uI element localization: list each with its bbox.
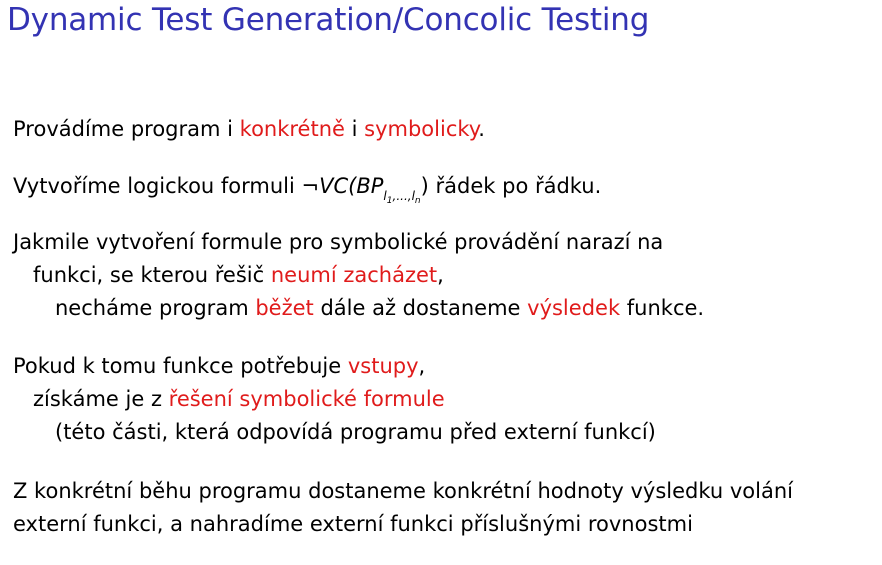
paragraph-formula-line: Vytvoříme logickou formuli ¬VC(BPl1,...,… — [13, 170, 601, 218]
text-fragment: Vytvoříme logickou formuli — [13, 174, 302, 198]
text-fragment: funkci, se kterou řešič — [33, 263, 271, 287]
highlight-formula-solution: řešení symbolické formule — [168, 387, 445, 411]
text-fragment: dále až dostaneme — [313, 296, 528, 320]
paragraph-line: (této části, která odpovídá programu pře… — [55, 420, 656, 444]
formula-close-paren: ) — [420, 174, 429, 198]
text-fragment: , — [437, 263, 444, 287]
paragraph-line: Pokud k tomu funkce potřebuje vstupy, — [13, 350, 656, 383]
paragraph-line: Z konkrétní běhu programu dostaneme konk… — [13, 479, 793, 503]
paragraph-line: získáme je z řešení symbolické formule — [13, 383, 656, 416]
highlight-run: běžet — [255, 296, 314, 320]
paragraph-execution-line: Provádíme program i konkrétně i symbolic… — [13, 113, 485, 146]
text-fragment: získáme je z — [33, 387, 169, 411]
highlight-symbolic: symbolicky — [364, 117, 479, 141]
highlight-concrete: konkrétně — [239, 117, 345, 141]
paragraph-execution: Provádíme program i konkrétně i symbolic… — [13, 113, 485, 146]
text-fragment: necháme program — [55, 296, 256, 320]
text-fragment: Pokud k tomu funkce potřebuje — [13, 354, 348, 378]
text-fragment: řádek po řádku. — [428, 174, 602, 198]
highlight-cannot-handle: neumí zacházet — [270, 263, 438, 287]
highlight-inputs: vstupy — [347, 354, 419, 378]
paragraph-inputs: Pokud k tomu funkce potřebuje vstupy, zí… — [13, 350, 656, 449]
paragraph-line: externí funkci, a nahradíme externí funk… — [13, 512, 693, 536]
text-fragment: funkce. — [620, 296, 705, 320]
text-fragment: . — [478, 117, 485, 141]
formula-subscript: l1,...,ln — [383, 189, 420, 206]
highlight-result: výsledek — [527, 296, 621, 320]
text-fragment: i — [344, 117, 365, 141]
paragraph-formula: Vytvoříme logickou formuli ¬VC(BPl1,...,… — [13, 170, 601, 218]
paragraph-line: Jakmile vytvoření formule pro symbolické… — [13, 230, 664, 254]
formula-vc-bp: VC(BP — [319, 174, 384, 198]
subscript-ellipsis: ,..., — [392, 189, 412, 203]
paragraph-external-function: Jakmile vytvoření formule pro symbolické… — [13, 226, 704, 325]
paragraph-line: funkci, se kterou řešič neumí zacházet, — [13, 259, 704, 292]
text-fragment: Provádíme program i — [13, 117, 240, 141]
text-fragment: , — [418, 354, 426, 378]
slide-title: Dynamic Test Generation/Concolic Testing — [7, 2, 650, 38]
paragraph-line: necháme program běžet dále až dostaneme … — [13, 292, 704, 325]
paragraph-replacement: Z konkrétní běhu programu dostaneme konk… — [13, 475, 793, 541]
negation-symbol: ¬ — [301, 174, 320, 198]
